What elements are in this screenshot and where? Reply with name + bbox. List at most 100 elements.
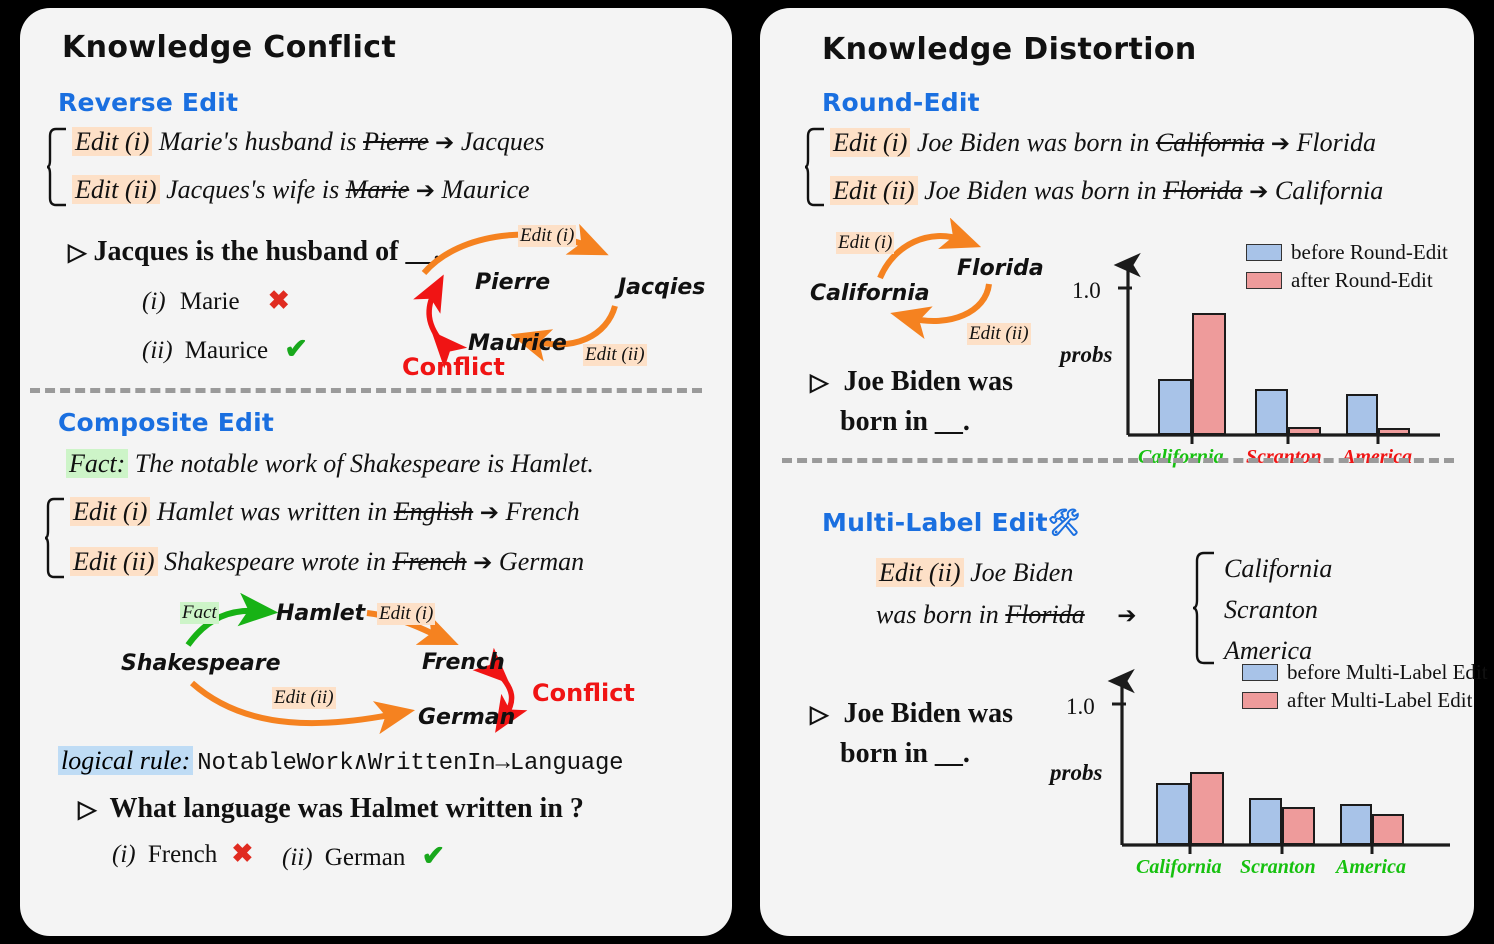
multi-label-target-scranton: Scranton (1224, 595, 1318, 624)
multi-label-edit-heading-text: Multi-Label Edit (822, 508, 1048, 537)
graph-edge-label-edit-i: Edit (i) (377, 603, 436, 625)
graph-node-german: German (418, 705, 516, 730)
edit-old-value: English (393, 497, 474, 526)
edit-arrow-icon: ➔ (1270, 131, 1291, 157)
bullet-icon: ▷ (78, 797, 97, 823)
multi-label-question-line2: born in __. (840, 738, 970, 769)
option-index: (i) (142, 288, 166, 315)
conflict-label: Conflict (402, 353, 505, 381)
chart2-category-america: America (1336, 856, 1406, 878)
edit-old-value: French (392, 547, 467, 576)
edit-arrow-icon: ➔ (1117, 603, 1137, 629)
reverse-edit-graph: Pierre Jacqies Maurice Edit (i) Edit (ii… (400, 213, 720, 388)
edit-pre: Shakespeare wrote in (164, 547, 387, 576)
edit-pre: Marie's husband is (158, 127, 357, 156)
chart1-bar-after-scranton (1288, 427, 1321, 435)
chart1-bar-before-america (1346, 394, 1378, 435)
composite-option-1: (i) French ✖ (112, 839, 253, 869)
chart2-bar-after-scranton (1282, 807, 1315, 845)
composite-edit-heading: Composite Edit (58, 408, 274, 437)
logical-rule-line: logical rule: NotableWork∧WrittenIn→Lang… (58, 746, 624, 777)
edit-old-value: Marie (345, 175, 410, 204)
chart2-legend-label-after: after Multi-Label Edit (1287, 688, 1473, 712)
multi-label-question-line1: ▷ Joe Biden was (810, 698, 1013, 730)
edit-tag: Edit (ii) (830, 176, 918, 205)
chart2-bar-before-california (1156, 783, 1190, 845)
left-panel-title: Knowledge Conflict (62, 30, 397, 65)
section-divider-left (30, 388, 702, 393)
bullet-icon: ▷ (810, 370, 829, 396)
edit-pre: Joe Biden was born in (916, 128, 1150, 157)
edit-new-value: German (498, 547, 585, 576)
knowledge-distortion-panel: Knowledge Distortion Round-Edit Edit (i)… (760, 8, 1488, 936)
conflict-label: Conflict (532, 679, 635, 707)
chart1-legend-swatch-before (1246, 244, 1282, 261)
logical-rule-tag: logical rule: (58, 746, 194, 775)
edit-new-value: California (1274, 176, 1384, 205)
multi-label-edit-line1: Edit (ii) Joe Biden (876, 558, 1073, 588)
round-edit-question-line2: born in __. (840, 406, 970, 437)
chart2-bar-after-california (1190, 772, 1224, 845)
edit-arrow-icon: ➔ (435, 130, 455, 156)
edit-tag: Edit (i) (830, 128, 911, 157)
edit-old-value: Pierre (363, 127, 429, 156)
edit-brace-composite (44, 497, 64, 579)
option-text: German (324, 844, 406, 871)
check-icon: ✔ (284, 334, 308, 365)
graph-edge-label-fact: Fact (180, 602, 219, 624)
reverse-option-1: (i) Marie ✖ (142, 286, 290, 316)
edit-tag: Edit (ii) (72, 175, 160, 204)
edit-brace-reverse (46, 127, 66, 207)
edit-pre: Joe Biden was born in (924, 176, 1157, 205)
graph-node-shakespeare: Shakespeare (121, 651, 281, 676)
edit-brace-round (804, 127, 824, 207)
chart1-legend-label-before: before Round-Edit (1291, 240, 1448, 264)
graph-edge-label-edit-ii: Edit (ii) (967, 323, 1031, 345)
option-index: (i) (112, 841, 136, 868)
knowledge-conflict-panel: Knowledge Conflict Reverse Edit Edit (i)… (20, 8, 732, 936)
chart2-category-scranton: Scranton (1240, 856, 1316, 878)
question-text-line1: Joe Biden was (843, 698, 1014, 729)
check-icon: ✔ (421, 841, 446, 872)
edit-arrow-icon: ➔ (473, 550, 493, 576)
chart1-bar-before-california (1158, 379, 1192, 435)
logical-rule-formula: NotableWork∧WrittenIn→Language (197, 750, 624, 777)
chart2-legend-swatch-before (1242, 664, 1278, 681)
composite-edit-line-2: Edit (ii) Shakespeare wrote in French ➔ … (70, 547, 584, 577)
edit-arrow-icon: ➔ (415, 178, 436, 204)
composite-option-2: (ii) German ✔ (282, 839, 445, 873)
multi-label-targets-brace (1192, 551, 1214, 665)
graph-edge-label-edit-ii: Edit (ii) (583, 344, 647, 366)
question-text: Jacques is the husband of __. (93, 236, 441, 267)
right-panel-title: Knowledge Distortion (822, 32, 1197, 67)
edit-arrow-icon: ➔ (1249, 179, 1269, 205)
round-edit-chart: probs 1.0 before Round-Edit after Round-… (1060, 240, 1460, 468)
cross-icon: ✖ (231, 839, 254, 868)
composite-fact-line: Fact: The notable work of Shakespeare is… (66, 449, 594, 479)
graph-node-french: French (422, 650, 505, 675)
chart2-bar-before-america (1340, 804, 1372, 845)
chart2-legend-label-before: before Multi-Label Edit (1287, 660, 1488, 684)
option-index: (ii) (142, 337, 173, 364)
reverse-option-2: (ii) Maurice ✔ (142, 332, 308, 366)
edit-old-value: Florida (1005, 600, 1085, 629)
round-edit-line-2: Edit (ii) Joe Biden was born in Florida … (830, 176, 1383, 206)
fact-text: The notable work of Shakespeare is Hamle… (134, 449, 594, 478)
composite-edit-question: ▷ What language was Halmet written in ? (78, 793, 584, 825)
graph-node-jacqies: Jacqies (618, 275, 706, 300)
multi-label-target-california: California (1224, 554, 1333, 583)
bullet-icon: ▷ (810, 702, 829, 728)
chart2-bar-after-america (1372, 814, 1404, 845)
edit-tag: Edit (ii) (876, 558, 964, 587)
graph-edge-label-edit-i: Edit (i) (836, 232, 895, 254)
edit-tag: Edit (i) (72, 127, 153, 156)
chart1-bar-after-california (1192, 313, 1226, 435)
graph-node-california: California (810, 281, 930, 306)
edit-new-value: Maurice (441, 175, 530, 204)
chart2-legend: before Multi-Label Edit after Multi-Labe… (1242, 660, 1488, 713)
multi-label-edit-heading: Multi-Label Edit🛠 (822, 508, 1081, 538)
edit-tag: Edit (i) (70, 497, 151, 526)
reverse-edit-line-2: Edit (ii) Jacques's wife is Marie ➔ Maur… (72, 175, 530, 205)
graph-edge-label-edit-ii: Edit (ii) (272, 687, 336, 709)
tools-icon: 🛠 (1047, 508, 1081, 538)
